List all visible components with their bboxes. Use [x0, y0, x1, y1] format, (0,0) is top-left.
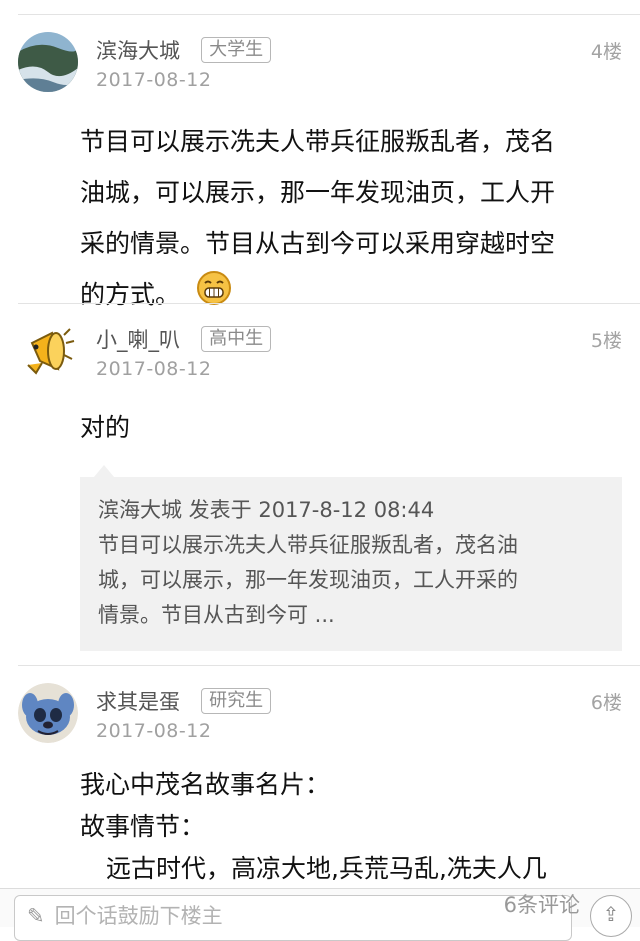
- username[interactable]: 求其是蛋: [96, 686, 180, 716]
- content-line: 远古时代，高凉大地,兵荒马乱,冼夫人几: [106, 854, 547, 883]
- user-badge: 大学生: [201, 37, 272, 63]
- comment-count[interactable]: 6条评论: [504, 889, 580, 919]
- floor-number: 5楼: [590, 330, 622, 352]
- content-line: 故事情节：: [80, 812, 206, 841]
- post-content: 对的: [80, 402, 610, 453]
- content-line: 采的情景。节目从古到今可以采用穿越时空: [80, 229, 556, 258]
- reply-bar: ✎ 回个话鼓励下楼主 6条评论 ⇪: [0, 888, 640, 941]
- user-badge: 高中生: [201, 326, 272, 352]
- quote-line: 节目可以展示冼夫人带兵征服叛乱者，茂名油: [98, 533, 518, 557]
- floor-number: 4楼: [590, 41, 622, 63]
- username[interactable]: 滨海大城: [96, 35, 180, 65]
- post-date: 2017-08-12: [96, 358, 212, 380]
- avatar[interactable]: [18, 32, 78, 92]
- reply-placeholder: 回个话鼓励下楼主: [54, 904, 223, 928]
- content-line: 我心中茂名故事名片：: [80, 770, 331, 799]
- post-floor-4: 滨海大城 大学生 2017-08-12 4楼 节目可以展示冼夫人带兵征服叛乱者，…: [18, 14, 640, 309]
- post-date: 2017-08-12: [96, 69, 212, 91]
- quote-header: 滨海大城 发表于 2017-8-12 08:44: [98, 498, 435, 522]
- avatar[interactable]: [18, 683, 78, 743]
- post-content: 节目可以展示冼夫人带兵征服叛乱者，茂名 油城，可以展示，那一年发现油页，工人开 …: [80, 116, 610, 320]
- username[interactable]: 小_喇_叭: [96, 324, 180, 354]
- post-floor-6: 求其是蛋 研究生 2017-08-12 6楼 我心中茂名故事名片： 故事情节： …: [18, 665, 640, 926]
- user-badge: 研究生: [201, 688, 272, 714]
- quote-line: 情景。节目从古到今可 ...: [98, 603, 335, 627]
- quote-line: 城，可以展示，那一年发现油页，工人开采的: [98, 568, 518, 592]
- quoted-post[interactable]: 滨海大城 发表于 2017-8-12 08:44 节目可以展示冼夫人带兵征服叛乱…: [80, 465, 622, 651]
- content-line: 油城，可以展示，那一年发现油页，工人开: [80, 178, 556, 207]
- grin-emoji-icon: [196, 271, 231, 305]
- post-content: 我心中茂名故事名片： 故事情节： 远古时代，高凉大地,兵荒马乱,冼夫人几: [80, 764, 610, 890]
- avatar[interactable]: [18, 321, 78, 381]
- post-floor-5: 小_喇_叭 高中生 2017-08-12 5楼 对的 滨海大城 发表于 2017…: [18, 303, 640, 665]
- content-line: 节目可以展示冼夫人带兵征服叛乱者，茂名: [80, 127, 556, 156]
- pencil-icon: ✎: [27, 904, 45, 928]
- floor-number: 6楼: [590, 692, 622, 714]
- post-date: 2017-08-12: [96, 720, 212, 742]
- share-icon[interactable]: ⇪: [590, 895, 632, 937]
- reply-input[interactable]: ✎ 回个话鼓励下楼主: [14, 895, 572, 941]
- content-line: 对的: [80, 413, 131, 442]
